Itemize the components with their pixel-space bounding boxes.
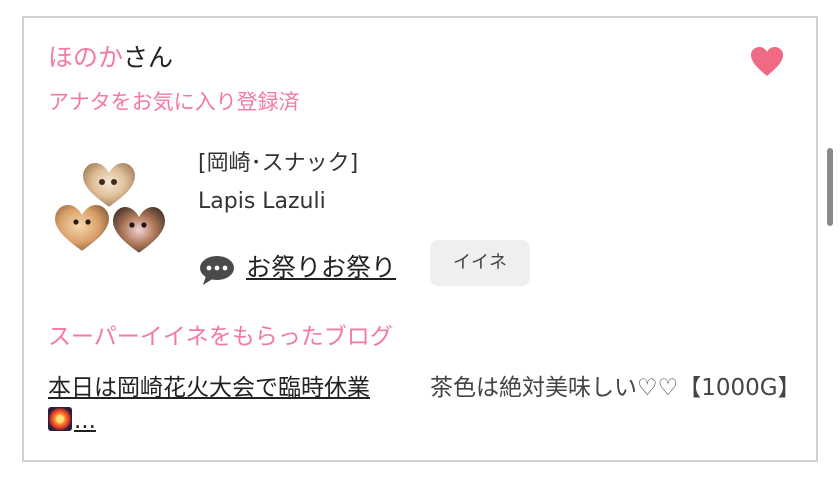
favorite-heart-button[interactable] — [750, 46, 784, 78]
avatar[interactable] — [52, 160, 172, 264]
shop-category: [岡崎･スナック] — [198, 151, 359, 176]
avatar-photo-heart — [110, 204, 168, 256]
firework-emoji-icon — [48, 407, 72, 431]
super-iine-blog-heading: スーパーイイネをもらったブログ — [48, 324, 393, 350]
blog-item-link[interactable]: 茶色は絶対美味しい♡♡【1000G】 — [430, 372, 801, 405]
user-card: ほのかさん アナタをお気に入り登録済 [岡崎･スナック] Lapis Lazul… — [22, 16, 818, 462]
blog-item-ellipsis: ... — [74, 408, 96, 434]
scrollbar-thumb[interactable] — [827, 148, 833, 226]
user-honorific: さん — [123, 43, 174, 72]
user-name[interactable]: ほのか — [48, 43, 123, 72]
speech-bubble-icon — [198, 254, 236, 286]
favorite-status-note: アナタをお気に入り登録済 — [48, 90, 300, 114]
heart-icon — [751, 47, 783, 76]
iine-button[interactable]: イイネ — [430, 240, 530, 286]
post-title-link[interactable]: お祭りお祭り — [246, 250, 396, 286]
shop-name[interactable]: Lapis Lazuli — [198, 186, 326, 218]
blog-item-link[interactable]: 本日は岡崎花火大会で臨時休業... — [48, 372, 416, 438]
blog-item-title: 本日は岡崎花火大会で臨時休業 — [48, 375, 370, 401]
avatar-photo-heart — [52, 202, 112, 254]
user-name-row[interactable]: ほのかさん — [48, 40, 173, 76]
